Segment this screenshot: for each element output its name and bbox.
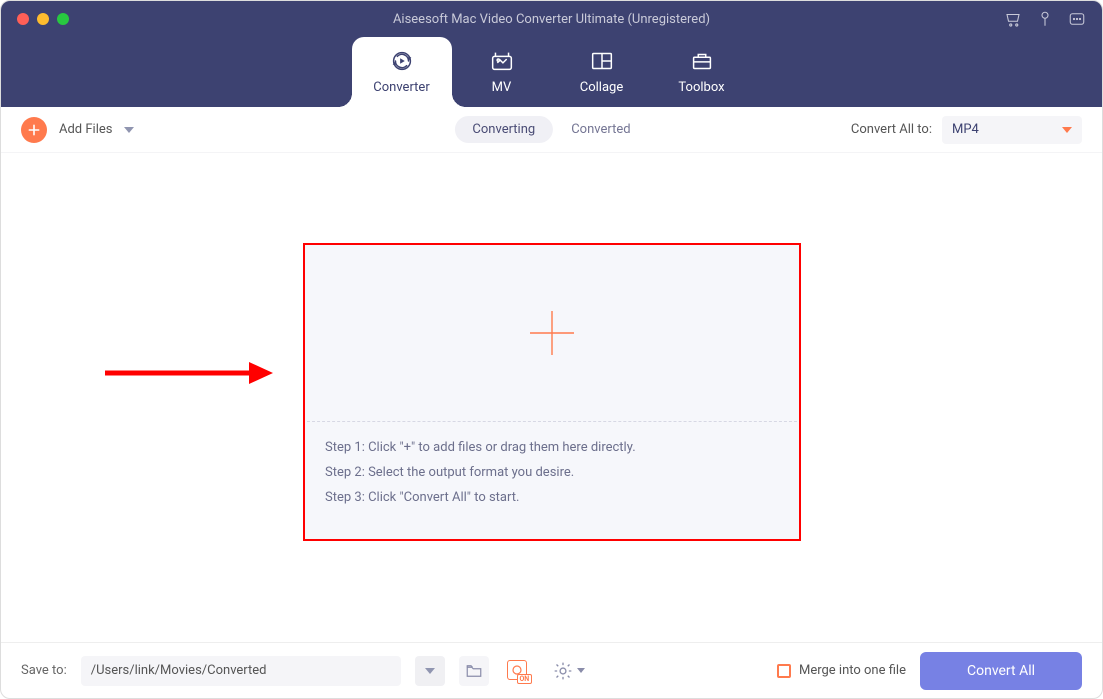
maximize-window-button[interactable] — [57, 13, 69, 25]
tab-converter-label: Converter — [373, 80, 429, 95]
step-2: Step 2: Select the output format you des… — [325, 465, 779, 480]
window: Aiseesoft Mac Video Converter Ultimate (… — [0, 0, 1103, 699]
converter-icon — [388, 50, 416, 72]
save-path-field[interactable]: /Users/link/Movies/Converted — [81, 656, 401, 686]
gpu-accel-button[interactable]: ON — [503, 656, 533, 686]
collage-icon — [588, 50, 616, 72]
save-path-dropdown[interactable] — [415, 656, 445, 686]
bottombar: Save to: /Users/link/Movies/Converted ON… — [1, 642, 1102, 698]
gpu-on-badge: ON — [517, 674, 532, 684]
annotation-arrow — [101, 358, 273, 392]
minimize-window-button[interactable] — [37, 13, 49, 25]
drop-plus-area[interactable] — [305, 245, 799, 421]
tab-mv-label: MV — [492, 80, 512, 95]
tab-collage[interactable]: Collage — [552, 37, 652, 107]
chevron-down-icon — [425, 668, 435, 674]
save-to-label: Save to: — [21, 663, 67, 678]
main-area: Step 1: Click "+" to add files or drag t… — [1, 153, 1102, 642]
segment-converted[interactable]: Converted — [553, 116, 648, 143]
close-window-button[interactable] — [17, 13, 29, 25]
toolbar: Add Files Converting Converted Convert A… — [1, 107, 1102, 153]
tab-converter[interactable]: Converter — [352, 37, 452, 107]
convert-all-to-label: Convert All to: — [851, 122, 932, 137]
chevron-down-icon — [577, 668, 585, 673]
tab-collage-label: Collage — [580, 80, 623, 95]
merge-label: Merge into one file — [799, 663, 906, 678]
folder-icon — [465, 662, 483, 680]
steps-list: Step 1: Click "+" to add files or drag t… — [305, 422, 799, 523]
titlebar: Aiseesoft Mac Video Converter Ultimate (… — [1, 1, 1102, 37]
window-title: Aiseesoft Mac Video Converter Ultimate (… — [393, 12, 710, 27]
toolbar-right: Convert All to: MP4 — [851, 116, 1082, 144]
add-files-button[interactable]: Add Files — [21, 117, 134, 143]
toolbox-icon — [688, 50, 716, 72]
tab-toolbox-label: Toolbox — [678, 80, 724, 95]
add-plus-icon — [528, 309, 576, 357]
step-1: Step 1: Click "+" to add files or drag t… — [325, 440, 779, 455]
dropzone[interactable]: Step 1: Click "+" to add files or drag t… — [303, 243, 801, 541]
convert-all-button[interactable]: Convert All — [920, 652, 1082, 690]
titlebar-right — [1004, 10, 1102, 28]
gear-icon — [553, 661, 573, 681]
traffic-lights — [1, 13, 69, 25]
tab-toolbox[interactable]: Toolbox — [652, 37, 752, 107]
chevron-down-icon[interactable] — [124, 127, 134, 133]
step-3: Step 3: Click "Convert All" to start. — [325, 490, 779, 505]
checkbox-icon — [777, 664, 791, 678]
format-select[interactable]: MP4 — [942, 116, 1082, 144]
mv-icon — [488, 50, 516, 72]
cart-icon[interactable] — [1004, 10, 1022, 28]
settings-button[interactable] — [547, 656, 591, 686]
triangle-down-icon — [1062, 127, 1072, 133]
add-files-label: Add Files — [59, 122, 112, 137]
open-folder-button[interactable] — [459, 656, 489, 686]
format-select-value: MP4 — [952, 122, 979, 137]
status-segmented: Converting Converted — [454, 116, 648, 143]
chip-icon: ON — [507, 660, 529, 682]
segment-converting[interactable]: Converting — [454, 116, 553, 143]
plus-icon — [21, 117, 47, 143]
register-icon[interactable] — [1036, 10, 1054, 28]
tab-mv[interactable]: MV — [452, 37, 552, 107]
tab-strip: Converter MV Collage Toolbox — [1, 37, 1102, 107]
merge-into-one-checkbox[interactable]: Merge into one file — [777, 663, 906, 678]
tab-nav: Converter MV Collage Toolbox — [352, 37, 752, 107]
feedback-icon[interactable] — [1068, 10, 1086, 28]
